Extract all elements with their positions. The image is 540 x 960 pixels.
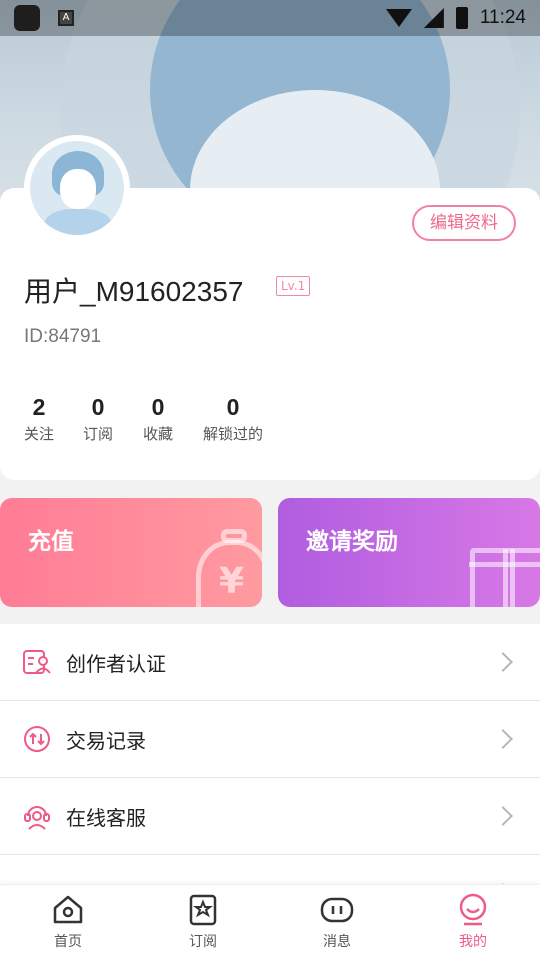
chevron-right-icon [493, 729, 513, 749]
tab-label: 消息 [323, 934, 351, 950]
avatar[interactable] [24, 135, 130, 241]
stat-value: 0 [91, 394, 105, 420]
stat-subscriptions[interactable]: 0 订阅 [83, 394, 113, 444]
gift-icon [469, 548, 540, 607]
tab-label: 首页 [54, 934, 82, 950]
stat-value: 0 [226, 394, 240, 420]
stat-value: 2 [32, 394, 46, 420]
invite-reward-label: 邀请奖励 [306, 529, 398, 555]
edit-profile-button[interactable]: 编辑资料 [412, 205, 516, 241]
battery-icon [455, 7, 468, 29]
customer-service-icon [24, 806, 50, 830]
invite-reward-tile[interactable]: 邀请奖励 [278, 498, 540, 607]
avatar-face [60, 169, 96, 209]
menu-item-transaction-records[interactable]: 交易记录 [0, 701, 540, 778]
keyboard-notification-icon: A [58, 10, 74, 26]
money-bag-icon: ¥ [196, 529, 262, 607]
home-icon [53, 895, 83, 924]
menu-item-label: 交易记录 [66, 728, 146, 753]
profile-icon [459, 893, 487, 926]
bottom-tab-bar: 首页 订阅 消息 我的 [0, 884, 540, 960]
menu-item-creator-certification[interactable]: 创作者认证 [0, 624, 540, 701]
stat-label: 订阅 [83, 425, 114, 443]
transaction-icon [24, 726, 50, 752]
stat-label: 解锁过的 [203, 425, 264, 443]
level-badge: Lv.1 [276, 276, 311, 296]
chevron-right-icon [493, 652, 513, 672]
tab-label: 订阅 [189, 934, 217, 950]
stat-label: 关注 [24, 425, 55, 443]
stat-favorites[interactable]: 0 收藏 [143, 394, 173, 444]
wifi-icon [385, 9, 412, 27]
tab-home[interactable]: 首页 [28, 893, 108, 951]
stat-unlocked[interactable]: 0 解锁过的 [203, 394, 263, 444]
tab-messages[interactable]: 消息 [297, 893, 377, 951]
status-bar: A 11:24 [0, 0, 540, 36]
tab-subscribe[interactable]: 订阅 [163, 893, 243, 951]
subscribe-icon [189, 894, 217, 926]
username: 用户_M91602357 [24, 276, 244, 307]
recharge-tile[interactable]: 充值 ¥ [0, 498, 262, 607]
stat-following[interactable]: 2 关注 [24, 394, 54, 444]
recharge-label: 充值 [28, 529, 74, 555]
user-id: ID:84791 [24, 326, 102, 347]
chevron-right-icon [493, 806, 513, 826]
menu-item-label: 在线客服 [66, 805, 146, 830]
signal-icon [423, 8, 444, 28]
app-notification-icon [14, 5, 40, 31]
menu-item-label: 创作者认证 [66, 651, 166, 676]
tab-label: 我的 [459, 934, 487, 950]
creator-certification-icon [23, 650, 51, 674]
avatar-body [44, 209, 112, 235]
menu-item-online-support[interactable]: 在线客服 [0, 778, 540, 855]
status-time: 11:24 [479, 7, 526, 28]
stat-value: 0 [151, 394, 165, 420]
stat-label: 收藏 [143, 425, 174, 443]
message-icon [320, 897, 354, 923]
tab-profile[interactable]: 我的 [433, 893, 513, 951]
